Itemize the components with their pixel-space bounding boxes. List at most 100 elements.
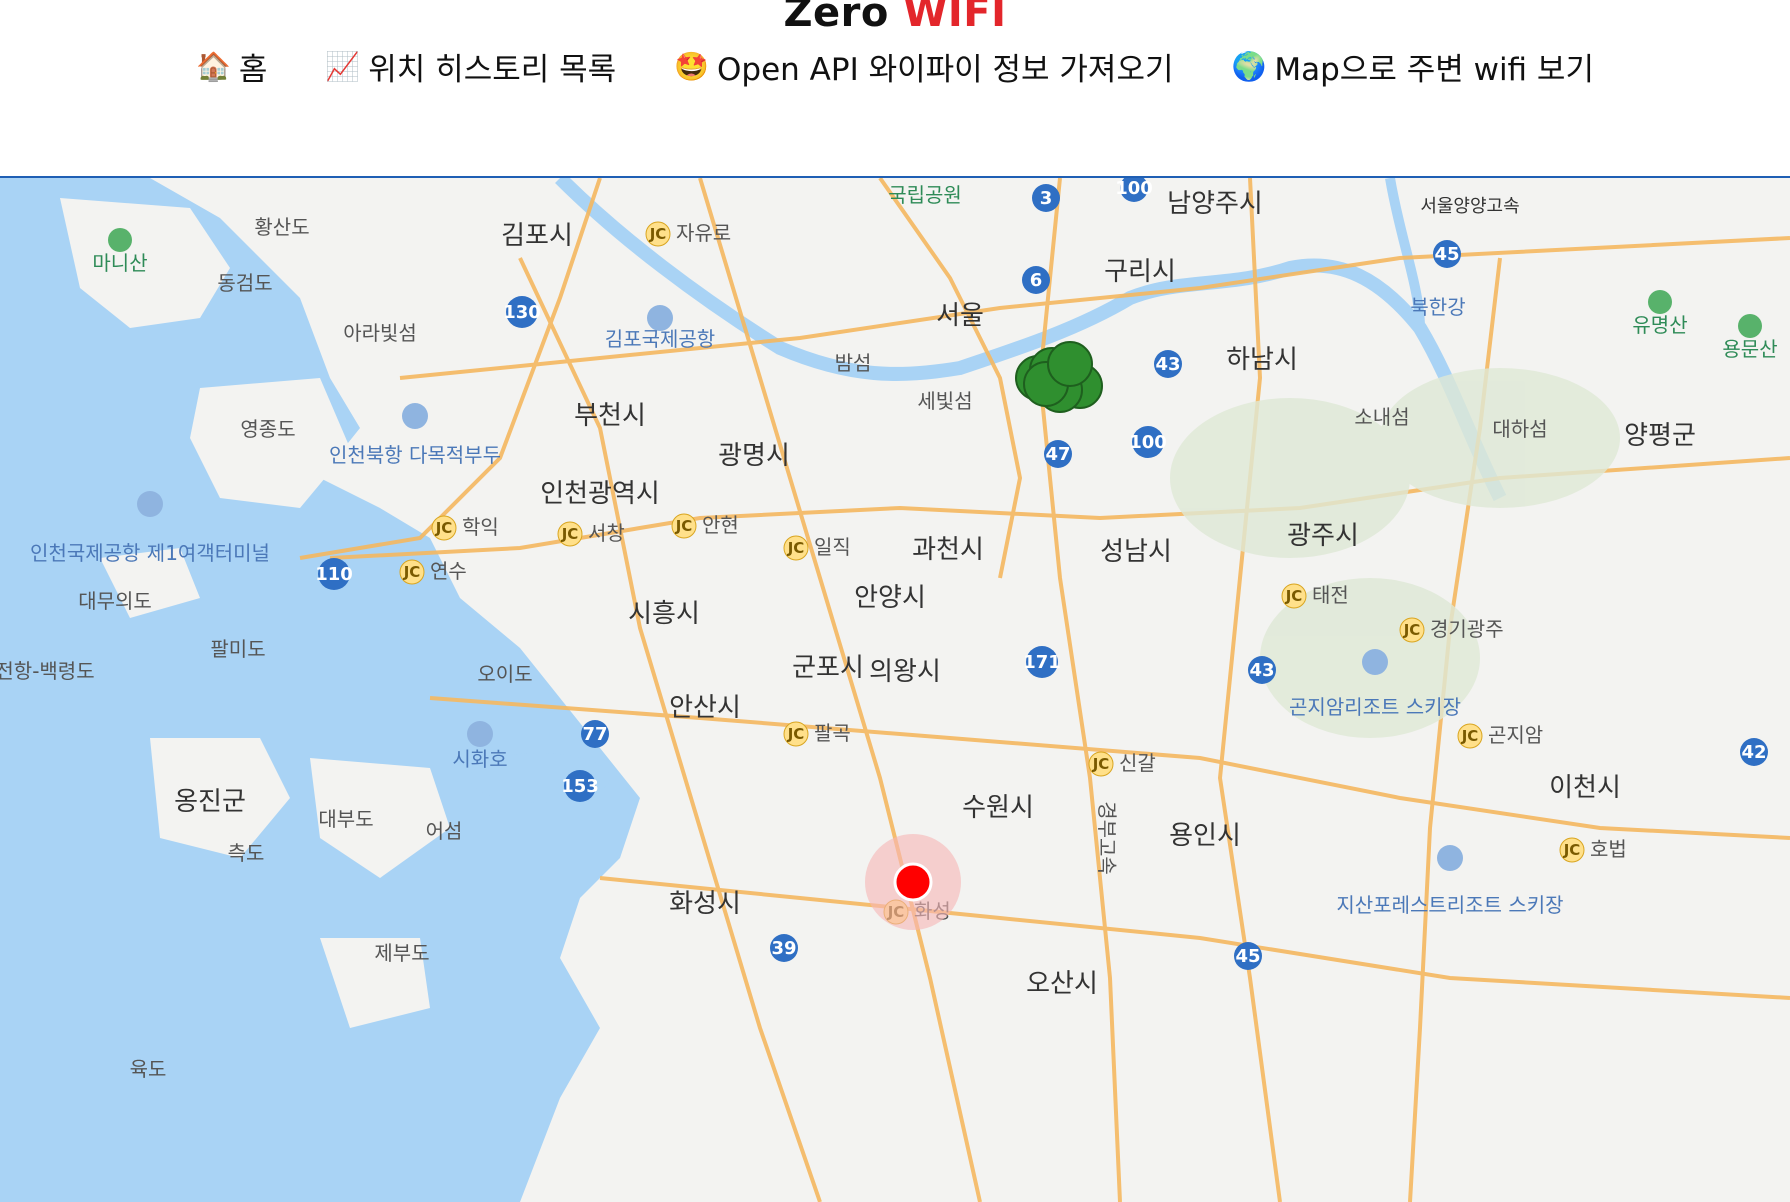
svg-text:100: 100 [1115, 178, 1153, 199]
label-gyeongbu-expressway: 경부고속 [1095, 801, 1119, 875]
airport-icon [137, 491, 163, 517]
svg-text:JC: JC [649, 225, 667, 243]
svg-text:서창: 서창 [588, 521, 625, 545]
label-yongin: 용인시 [1169, 821, 1241, 851]
nav-menu: 🏠 홈 📈 위치 히스토리 목록 🤩 Open API 와이파이 정보 가져오기 🌍 M… [0, 44, 1790, 89]
svg-text:JC: JC [1092, 755, 1110, 773]
wifi-marker-cluster[interactable] [1015, 341, 1103, 413]
label-gimpo-airport: 김포국제공항 [605, 327, 715, 351]
ski-icon [1362, 649, 1388, 675]
sea-area [0, 178, 640, 1202]
svg-text:팔곡: 팔곡 [814, 721, 851, 745]
svg-text:45: 45 [1235, 946, 1260, 967]
nav-map[interactable]: 🌍 Map으로 주변 wifi 보기 [1232, 44, 1594, 89]
svg-text:학익: 학익 [462, 515, 499, 539]
svg-text:110: 110 [315, 564, 353, 585]
label-yumyeongsan: 유명산 [1632, 313, 1687, 337]
label-hwaseong: 화성시 [669, 889, 741, 919]
label-gwangju: 광주시 [1287, 521, 1359, 551]
title-accent: WIFI [903, 0, 1007, 36]
wifi-marker[interactable] [1047, 341, 1093, 387]
svg-text:JC: JC [435, 519, 453, 537]
label-yukdo: 육도 [130, 1057, 167, 1081]
svg-text:171: 171 [1023, 652, 1061, 673]
label-seoul: 서울 [936, 301, 984, 331]
label-expressway: 서울양양고속 [1420, 196, 1519, 217]
chart-increasing-icon: 📈 [325, 50, 361, 83]
nav-history-label: 위치 히스토리 목록 [368, 52, 617, 88]
label-guri: 구리시 [1104, 257, 1176, 287]
svg-text:3: 3 [1040, 188, 1053, 209]
svg-text:77: 77 [582, 724, 607, 745]
nav-history[interactable]: 📈 위치 히스토리 목록 [325, 44, 616, 89]
svg-text:42: 42 [1741, 742, 1766, 763]
house-icon: 🏠 [196, 50, 231, 83]
svg-text:JC: JC [1403, 621, 1421, 639]
label-incheon-airport: 인천국제공항 제1여객터미널 [30, 541, 270, 565]
label-sebitseom: 세빛섬 [917, 389, 972, 413]
svg-text:일직: 일직 [814, 535, 851, 559]
svg-text:안현: 안현 [702, 513, 739, 537]
current-location-marker[interactable] [893, 862, 933, 902]
label-gunpo: 군포시 [792, 653, 864, 683]
svg-text:경기광주: 경기광주 [1430, 617, 1504, 641]
svg-text:130: 130 [503, 302, 541, 323]
svg-text:39: 39 [771, 938, 796, 959]
label-bukhangang: 북한강 [1410, 295, 1465, 319]
svg-text:153: 153 [561, 776, 599, 797]
label-yongmunsan: 용문산 [1722, 337, 1777, 361]
label-gwangmyeong: 광명시 [718, 441, 790, 471]
lake-icon [467, 721, 493, 747]
label-daehaseom: 대하섬 [1492, 417, 1547, 441]
mountain-icon [1648, 290, 1672, 314]
label-anyang: 안양시 [854, 583, 926, 613]
label-siheung: 시흥시 [628, 599, 700, 629]
svg-text:43: 43 [1249, 660, 1274, 681]
nav-home[interactable]: 🏠 홈 [196, 44, 267, 89]
label-manisan: 마니산 [92, 251, 147, 275]
label-yangpyeong: 양평군 [1624, 421, 1696, 451]
svg-text:45: 45 [1434, 244, 1459, 265]
label-donggeomdo: 동검도 [217, 271, 272, 295]
label-bucheon: 부천시 [574, 401, 646, 431]
svg-text:JC: JC [675, 517, 693, 535]
label-palmido: 팔미도 [210, 637, 265, 661]
label-osan: 오산시 [1026, 969, 1098, 999]
label-seongnam: 성남시 [1100, 537, 1172, 567]
nav-map-label: Map으로 주변 wifi 보기 [1274, 52, 1594, 88]
mountain-icon [108, 228, 132, 252]
svg-text:JC: JC [403, 563, 421, 581]
label-daemuuido: 대무의도 [78, 589, 152, 613]
map-canvas[interactable]: 남양주시 구리시 서울 하남시 김포시 부천시 광명시 인천광역시 과천시 성남… [0, 178, 1790, 1202]
svg-text:JC: JC [1461, 727, 1479, 745]
label-incheon-port: 인천북항 다목적부두 [329, 443, 501, 467]
label-gonjiam-ski: 곤지암리조트 스키장 [1289, 695, 1461, 719]
svg-text:JC: JC [787, 539, 805, 557]
label-gwacheon: 과천시 [912, 535, 984, 565]
svg-text:100: 100 [1129, 432, 1167, 453]
label-incheon: 인천광역시 [540, 479, 660, 509]
label-icheon: 이천시 [1549, 773, 1621, 803]
mountain-icon [1738, 314, 1762, 338]
svg-text:JC: JC [561, 525, 579, 543]
label-gimpo: 김포시 [501, 221, 573, 251]
label-bamseom: 밤섬 [835, 351, 872, 375]
label-cheukdo: 측도 [228, 841, 265, 865]
svg-text:6: 6 [1030, 270, 1043, 291]
label-ongjin: 옹진군 [174, 787, 246, 817]
nav-home-label: 홈 [238, 52, 268, 88]
label-suwon: 수원시 [962, 793, 1034, 823]
label-hanam: 하남시 [1226, 345, 1298, 375]
label-daebudo: 대부도 [318, 807, 373, 831]
svg-text:JC: JC [1563, 841, 1581, 859]
nav-open-api[interactable]: 🤩 Open API 와이파이 정보 가져오기 [674, 44, 1173, 89]
svg-text:자유로: 자유로 [676, 221, 731, 245]
label-hwangsando: 황산도 [254, 215, 309, 239]
svg-text:43: 43 [1155, 354, 1180, 375]
ski-icon [1437, 845, 1463, 871]
label-arabitseom: 아라빛섬 [343, 321, 417, 345]
map-view[interactable]: 남양주시 구리시 서울 하남시 김포시 부천시 광명시 인천광역시 과천시 성남… [0, 176, 1790, 1202]
label-national-park: 국립공원 [888, 183, 962, 207]
svg-text:신갈: 신갈 [1119, 751, 1156, 775]
label-eoseom: 어섬 [426, 819, 463, 843]
